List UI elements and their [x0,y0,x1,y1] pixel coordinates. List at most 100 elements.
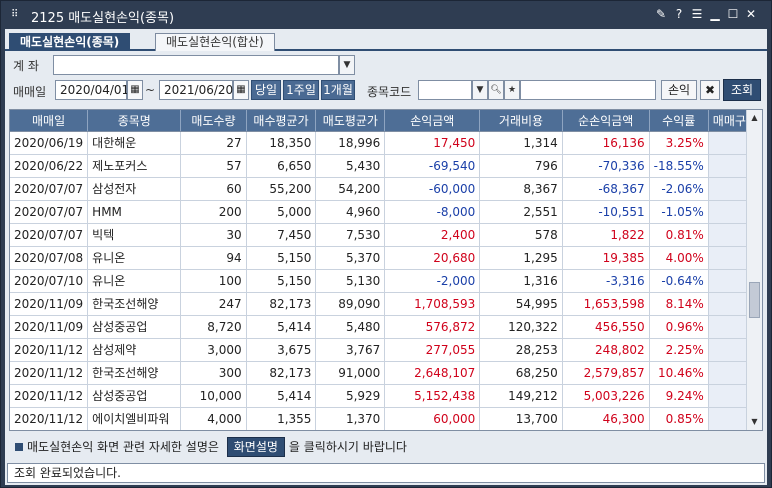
cell-return-rate: 10.46% [649,361,709,385]
tab-summed[interactable]: 매도실현손익(합산) [155,33,275,51]
column-header[interactable]: 수익률 [649,110,709,132]
vertical-scrollbar[interactable]: ▲ ▼ [746,110,762,430]
cell-stock-name: 빅텍 [87,223,182,247]
cell-sell-avg: 1,370 [315,407,386,430]
column-header[interactable]: 순손익금액 [562,110,650,132]
scroll-down-icon[interactable]: ▼ [747,414,762,430]
cell-sell-qty: 100 [180,269,247,293]
account-dropdown-icon[interactable]: ▼ [339,55,355,75]
cell-sell-qty: 200 [180,200,247,224]
client-area: 매도실현손익(종목) 매도실현손익(합산) 계 좌 ▼ 매매일 2020/04/… [5,29,767,485]
tab-by-stock[interactable]: 매도실현손익(종목) [9,33,131,51]
cell-cost: 68,250 [479,361,563,385]
table-row[interactable]: 2020/07/08 유니온 94 5,150 5,370 20,680 1,295 19,3… [10,246,762,270]
cell-buy-avg: 5,150 [246,246,317,270]
search-button[interactable]: 조회 [723,79,761,101]
cell-date: 2020/11/09 [10,315,89,339]
date-separator: ~ [145,83,156,97]
cell-sell-avg: 4,960 [315,200,386,224]
cell-stock-name: 삼성중공업 [87,315,182,339]
calendar-to-icon[interactable]: ▦ [233,80,249,100]
cell-buy-avg: 55,200 [246,177,317,201]
cell-date: 2020/07/10 [10,269,89,293]
cell-stock-name: 한국조선해양 [87,361,182,385]
close-icon[interactable]: ✕ [743,6,759,22]
help-icon[interactable]: ? [671,6,687,22]
column-header[interactable]: 거래비용 [479,110,563,132]
minimize-icon[interactable]: ▁ [707,6,723,22]
search-icon[interactable]: 🔍︎ [488,80,504,100]
column-header[interactable]: 매수평균가 [246,110,317,132]
table-row[interactable]: 2020/06/19 대한해운 27 18,350 18,996 17,450 1,314 1… [10,131,762,155]
cell-date: 2020/07/07 [10,223,89,247]
bullet-icon [15,443,23,451]
column-header[interactable]: 손익금액 [384,110,481,132]
account-field[interactable] [53,55,339,75]
cell-buy-avg: 5,150 [246,269,317,293]
table-row[interactable]: 2020/07/10 유니온 100 5,150 5,130 -2,000 1,316 -3,… [10,269,762,293]
cell-sell-avg: 89,090 [315,292,386,316]
cell-cost: 13,700 [479,407,563,430]
date-to-input[interactable]: 2021/06/20 [159,80,233,100]
cell-buy-avg: 82,173 [246,361,317,385]
menu-icon[interactable]: ☰ [689,6,705,22]
quick-today-button[interactable]: 당일 [251,80,281,100]
table-row[interactable]: 2020/11/12 한국조선해양 300 82,173 91,000 2,648,107… [10,361,762,385]
help-hint: 매도실현손익 화면 관련 자세한 설명은 화면설명 을 클릭하시기 바랍니다 [15,437,407,457]
cell-net-pnl: 1,653,598 [562,292,650,316]
cell-cost: 28,253 [479,338,563,362]
table-row[interactable]: 2020/07/07 빅텍 30 7,450 7,530 2,400 578 1,822 0.8… [10,223,762,247]
calendar-from-icon[interactable]: ▦ [127,80,143,100]
app-menu-icon[interactable]: ⠿ [11,9,23,21]
stock-name-field [520,80,656,100]
cell-stock-name: 유니온 [87,269,182,293]
table-row[interactable]: 2020/11/12 삼성제약 3,000 3,675 3,767 277,055 28,2… [10,338,762,362]
favorite-star-icon[interactable]: ★ [504,80,520,100]
scroll-up-icon[interactable]: ▲ [747,110,762,126]
maximize-icon[interactable]: ☐ [725,6,741,22]
summary-cost: 1,902,518 [480,430,563,431]
cell-cost: 149,212 [479,384,563,408]
quick-1week-button[interactable]: 1주일 [283,80,319,100]
quick-1month-button[interactable]: 1개월 [321,80,355,100]
table-row[interactable]: 2020/11/12 에이치엘비파워 4,000 1,355 1,370 60,000 13… [10,407,762,430]
table-row[interactable]: 2020/06/22 제노포커스 57 6,650 5,430 -69,540 796 -70… [10,154,762,178]
column-header[interactable]: 매도평균가 [315,110,386,132]
stock-code-dropdown-icon[interactable]: ▼ [472,80,488,100]
cell-net-pnl: 46,300 [562,407,650,430]
profit-type-button[interactable]: 손익 [661,80,697,100]
cell-sell-qty: 57 [180,154,247,178]
table-row[interactable]: 2020/11/12 삼성중공업 10,000 5,414 5,929 5,152,438… [10,384,762,408]
table-row[interactable]: 2020/11/09 삼성중공업 8,720 5,414 5,480 576,872 120… [10,315,762,339]
table-row[interactable]: 2020/07/07 삼성전자 60 55,200 54,200 -60,000 8,367… [10,177,762,201]
column-header[interactable]: 종목명 [87,110,182,132]
cell-stock-name: 유니온 [87,246,182,270]
date-from-input[interactable]: 2020/04/01 [55,80,129,100]
cell-date: 2020/11/12 [10,384,89,408]
table-row[interactable]: 2020/11/09 한국조선해양 247 82,173 89,090 1,708,593… [10,292,762,316]
cell-buy-avg: 5,414 [246,384,317,408]
column-header[interactable]: 매매일 [10,110,89,132]
cell-return-rate: 3.25% [649,131,709,155]
cell-sell-qty: 300 [180,361,247,385]
cell-sell-avg: 5,370 [315,246,386,270]
cell-sell-qty: 247 [180,292,247,316]
cell-return-rate: 2.25% [649,338,709,362]
app-window: ⠿ 2125 매도실현손익(종목) ✎ ? ☰ ▁ ☐ ✕ 매도실현손익(종목)… [0,0,772,488]
summary-row: 합계 41,218,6651,902,51839,316,147 [10,430,762,431]
cell-date: 2020/11/12 [10,407,89,430]
cell-sell-qty: 94 [180,246,247,270]
cell-date: 2020/07/08 [10,246,89,270]
column-header[interactable]: 매도수량 [180,110,247,132]
cell-sell-avg: 5,430 [315,154,386,178]
pin-icon[interactable]: ✎ [653,6,669,22]
cell-return-rate: 0.85% [649,407,709,430]
scroll-thumb[interactable] [749,282,760,318]
cell-net-pnl: -10,551 [562,200,650,224]
table-row[interactable]: 2020/07/07 HMM 200 5,000 4,960 -8,000 2,551 -10… [10,200,762,224]
screen-help-button[interactable]: 화면설명 [226,437,285,457]
cell-pnl: -60,000 [384,177,481,201]
tab-bar: 매도실현손익(종목) 매도실현손익(합산) [5,31,767,51]
tools-icon[interactable]: ✖ [700,80,720,100]
stock-code-input[interactable] [418,80,472,100]
